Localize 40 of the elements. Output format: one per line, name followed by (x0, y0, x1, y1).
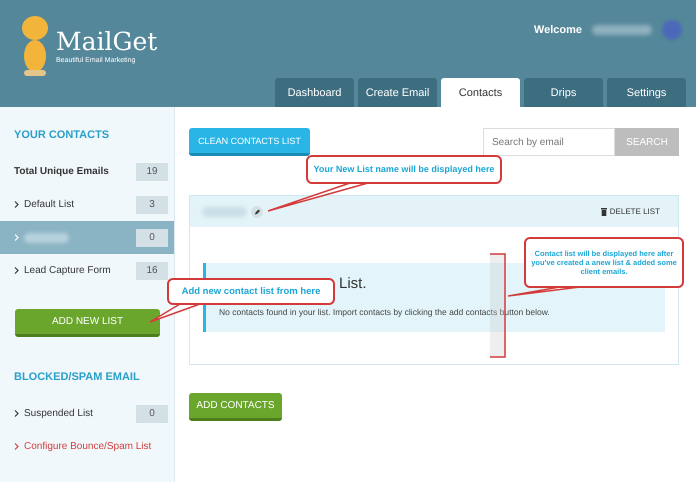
logo-text: MailGet (56, 28, 158, 54)
trash-icon (600, 208, 607, 216)
search-field[interactable]: Search by email (483, 128, 615, 156)
sidebar-item: Total Unique Emails (14, 166, 109, 177)
welcome-text: Welcome (534, 24, 582, 36)
list-row[interactable]: Configure Bounce/Spam List (0, 430, 174, 463)
sidebar-item[interactable]: Default List (24, 199, 74, 210)
add-new-list-button[interactable]: ADD NEW LIST (15, 309, 160, 337)
redacted-text (202, 206, 247, 216)
nav-tab[interactable]: Contacts (441, 78, 520, 107)
chevron-icon (14, 410, 19, 417)
list-row[interactable]: Suspended List 0 (0, 397, 174, 430)
add-contacts-button[interactable]: ADD CONTACTS (189, 393, 282, 421)
nav-tab[interactable]: Dashboard (275, 78, 354, 107)
count-badge: 16 (136, 262, 168, 280)
section-heading: YOUR CONTACTS (13, 129, 110, 141)
sidebar-item[interactable]: Suspended List (24, 408, 93, 419)
list-row[interactable]: Total Unique Emails 19 (0, 155, 174, 188)
redacted-text (592, 25, 652, 35)
callout-note: Your New List name will be displayed here (306, 155, 502, 184)
sidebar-link[interactable]: Configure Bounce/Spam List (24, 441, 152, 452)
chevron-icon (14, 234, 19, 241)
empty-title: List. (339, 275, 367, 293)
chevron-icon (14, 443, 19, 450)
count-badge: 0 (136, 228, 168, 246)
redacted-text (24, 232, 69, 242)
chevron-icon (14, 201, 19, 208)
nav-tab[interactable]: Drips (524, 78, 603, 107)
count-badge: 0 (136, 404, 168, 422)
nav-tab[interactable]: Create Email (358, 78, 437, 107)
chevron-icon (14, 267, 19, 274)
sidebar-item[interactable]: Lead Capture Form (24, 265, 111, 276)
section-heading: BLOCKED/SPAM EMAIL (13, 371, 141, 383)
nav-tab[interactable]: Settings (607, 78, 686, 107)
count-badge: 19 (136, 162, 168, 180)
pencil-icon[interactable] (251, 206, 263, 218)
count-badge: 3 (136, 196, 168, 214)
list-row[interactable]: Default List 3 (0, 188, 174, 221)
delete-list-button[interactable]: DELETE LIST (594, 206, 666, 217)
selected-list-row[interactable]: 0 (0, 221, 174, 254)
